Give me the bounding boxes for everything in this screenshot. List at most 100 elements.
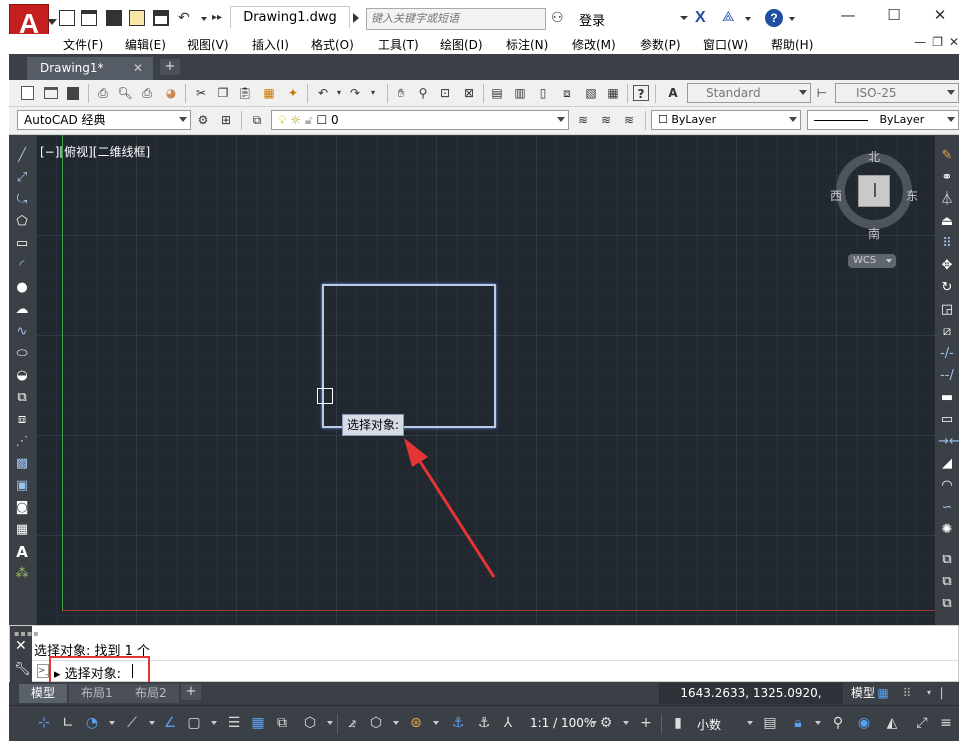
rotate-icon[interactable]: ↻ [938, 280, 956, 296]
search-input[interactable]: 键入关键字或短语 [366, 8, 546, 30]
array-icon[interactable]: ⠿ [938, 236, 956, 252]
text-style-icon[interactable]: A [665, 85, 681, 101]
mirror-icon[interactable]: ⏃ [938, 192, 956, 208]
dim-style-icon[interactable]: ⊢ [814, 85, 830, 101]
draworder-above-icon[interactable]: ⧉ [938, 596, 956, 612]
help-icon[interactable]: ? [765, 9, 783, 27]
auto-scale-icon[interactable]: ⚓︎ [475, 714, 493, 732]
chamfer-icon[interactable]: ◢ [938, 456, 956, 472]
undo-icon[interactable]: ↶ [178, 10, 194, 26]
iso-caret-icon[interactable] [149, 721, 155, 725]
model-space-button[interactable]: 模型 [845, 683, 875, 704]
clean-screen-icon[interactable]: ⤢ [913, 714, 931, 732]
explode-icon[interactable]: ✺ [938, 522, 956, 538]
erase-icon[interactable]: ✎ [938, 148, 956, 164]
menu-dimension[interactable]: 标注(N) [506, 36, 548, 53]
extend-icon[interactable]: --/ [938, 368, 956, 384]
rectangle-icon[interactable]: ▭ [13, 236, 31, 252]
save-icon[interactable] [106, 10, 122, 26]
object-snap-icon[interactable]: ▢ [185, 714, 203, 732]
annotation-monitor-icon[interactable]: ⦨ [343, 714, 361, 732]
maximize-button[interactable]: ☐ [876, 4, 912, 26]
minimize-button[interactable]: — [830, 4, 866, 26]
sheet-set-icon[interactable]: ⧈ [559, 85, 575, 101]
design-center-icon[interactable]: ▥ [512, 85, 528, 101]
menu-view[interactable]: 视图(V) [187, 36, 229, 53]
spline-icon[interactable]: ∿ [13, 324, 31, 340]
construction-line-icon[interactable]: ⤢ [13, 170, 31, 186]
3dosnap-caret-icon[interactable] [327, 721, 333, 725]
menu-insert[interactable]: 插入(I) [252, 36, 289, 53]
lock-ui-icon[interactable]: 🔒︎ [789, 714, 807, 732]
gizmo-caret-icon[interactable] [393, 721, 399, 725]
qnew-icon[interactable] [21, 86, 34, 100]
publish-icon[interactable]: ⎙ [139, 85, 155, 101]
new-file-icon[interactable] [59, 10, 75, 26]
layer-match-icon[interactable]: ≋ [621, 112, 637, 128]
match-properties-icon[interactable]: ▦ [261, 85, 277, 101]
workspace-customize-icon[interactable]: ⊞ [218, 112, 234, 128]
document-window-controls[interactable]: —❐✕ [914, 35, 965, 49]
ortho-mode-icon[interactable]: ∟ [59, 714, 77, 732]
units-caret-icon[interactable] [747, 721, 753, 725]
pan-icon[interactable]: ✋︎ [393, 85, 409, 101]
circle-icon[interactable]: ● [13, 280, 31, 296]
ellipse-icon[interactable]: ⬭ [13, 346, 31, 362]
3d-object-snap-icon[interactable]: ⬡ [301, 714, 319, 732]
workspace-settings-icon[interactable]: ⚙ [195, 112, 211, 128]
wcs-menu[interactable]: WCS [848, 254, 896, 268]
polygon-icon[interactable]: ⬠ [13, 214, 31, 230]
osnap-caret-icon[interactable] [211, 721, 217, 725]
annotation-visibility-icon[interactable]: ⚓︎ [449, 714, 467, 732]
save-tool-icon[interactable] [67, 87, 79, 100]
trim-icon[interactable]: -/- [938, 346, 956, 362]
undo-caret-icon[interactable] [201, 17, 207, 21]
zoom-previous-icon[interactable]: ⊠ [461, 85, 477, 101]
add-selected-icon[interactable]: ⁂ [13, 566, 31, 582]
lineweight-icon[interactable]: ☰ [225, 714, 243, 732]
login-button[interactable]: 登录 [579, 10, 605, 29]
annotation-scale-value[interactable]: 1:1 / 100% [530, 716, 595, 730]
menu-tools[interactable]: 工具(T) [378, 36, 419, 53]
offset-icon[interactable]: ⏏ [938, 214, 956, 230]
ucs-icon[interactable]: ⊛ [407, 714, 425, 732]
markup-icon[interactable]: ▧ [583, 85, 599, 101]
insert-block-icon[interactable]: ⧉ [13, 390, 31, 406]
menu-window[interactable]: 窗口(W) [703, 36, 748, 53]
linetype-select[interactable]: ByLayer [807, 110, 959, 130]
copy-object-icon[interactable]: ⚭ [938, 170, 956, 186]
make-block-icon[interactable]: ⧈ [13, 412, 31, 428]
viewport-controls[interactable]: [−][俯视][二维线框] [40, 143, 150, 160]
layer-properties-icon[interactable]: ⧉ [249, 112, 265, 128]
user-icon[interactable]: ⚇ [551, 10, 573, 26]
snap-caret-icon[interactable]: ▾ [921, 686, 937, 700]
join-icon[interactable]: →← [938, 434, 960, 450]
search-expand-icon[interactable] [353, 13, 359, 23]
save-as-icon[interactable] [129, 10, 145, 26]
customization-menu-icon[interactable]: ≡ [937, 714, 955, 732]
compass-north[interactable]: 北 [868, 148, 880, 165]
snap-mode-icon[interactable]: ⠿ [899, 686, 915, 700]
units-value[interactable]: 小数 [697, 716, 721, 733]
draworder-back-icon[interactable]: ⧉ [938, 574, 956, 590]
command-line[interactable]: >_ ▸ 选择对象: [32, 660, 958, 682]
color-select[interactable]: ☐ ByLayer [651, 110, 801, 130]
break-at-point-icon[interactable]: ▬ [938, 390, 956, 406]
login-caret-icon[interactable] [680, 16, 688, 20]
selected-rectangle[interactable] [322, 284, 496, 428]
blend-curves-icon[interactable]: ∽ [938, 500, 956, 516]
units-icon[interactable]: ▮ [669, 714, 687, 732]
polar-caret-icon[interactable] [109, 721, 115, 725]
tab-model[interactable]: 模型 [19, 684, 68, 703]
workspace-switch-icon[interactable]: ⚙ [597, 714, 615, 732]
menu-edit[interactable]: 编辑(E) [125, 36, 166, 53]
dim-style-select[interactable]: ISO-25 [835, 83, 959, 103]
isolate-objects-icon[interactable]: ⚲ [829, 714, 847, 732]
grid-display-icon[interactable]: ▦ [875, 686, 891, 700]
cut-icon[interactable]: ✂ [193, 85, 209, 101]
break-icon[interactable]: ▭ [938, 412, 956, 428]
region-icon[interactable]: ◙ [13, 500, 31, 516]
customize-wrench-icon[interactable]: 🔧︎ [14, 662, 31, 677]
3d-dwf-icon[interactable]: ◕ [163, 85, 179, 101]
object-snap-tracking-icon[interactable]: ∠ [161, 714, 179, 732]
